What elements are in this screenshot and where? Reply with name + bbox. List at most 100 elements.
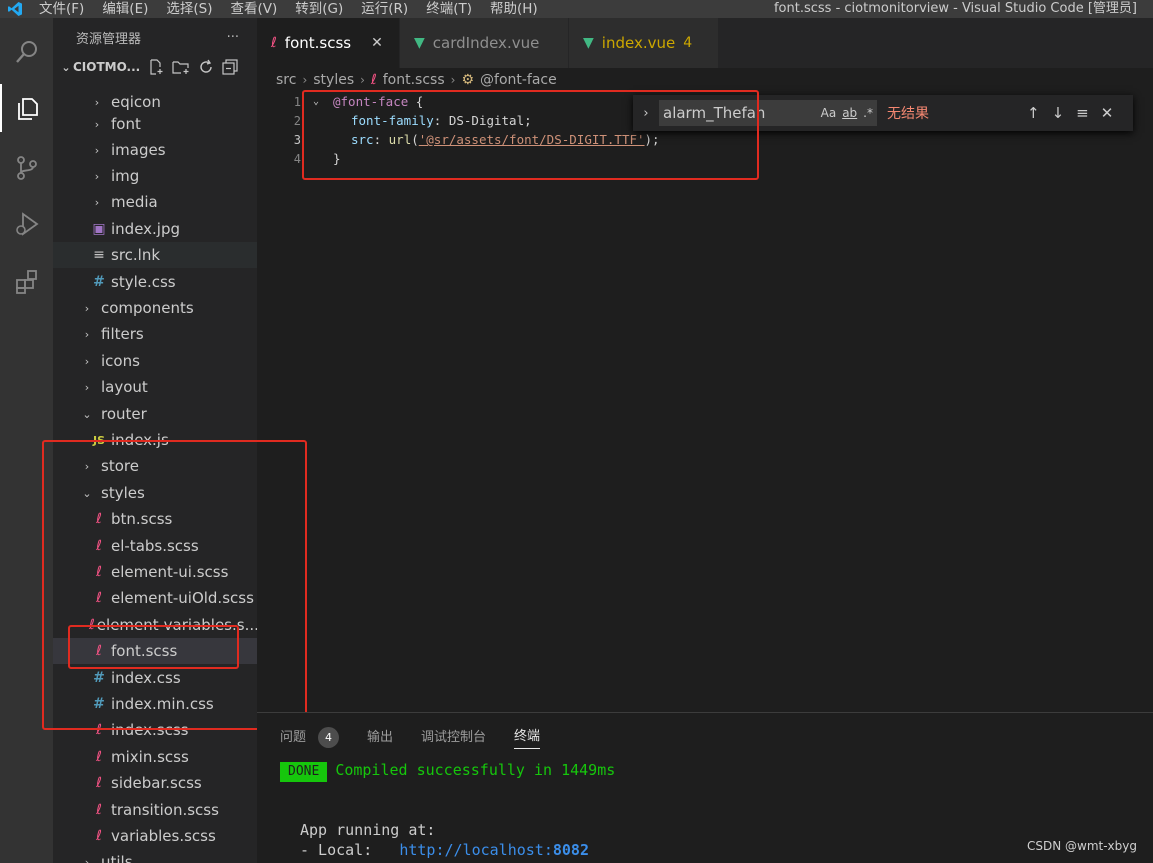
tree-item-el-tabs-scss[interactable]: ℓ el-tabs.scss	[53, 533, 257, 559]
window-title: font.scss - ciotmonitorview - Visual Stu…	[773, 1, 1137, 16]
regex-icon[interactable]: .*	[863, 100, 873, 126]
chevron-right-icon: ›	[84, 354, 90, 368]
tree-item-src-lnk[interactable]: ≡ src.lnk	[53, 242, 257, 268]
explorer-sidebar: 资源管理器 ··· ⌄ CIOTMO... › eqicon › font › ima…	[53, 18, 257, 863]
tree-item-index-scss[interactable]: ℓ index.scss	[53, 717, 257, 743]
menu-file[interactable]: 文件(F)	[30, 0, 93, 18]
breadcrumb-file[interactable]: font.scss	[383, 72, 445, 88]
local-url-link[interactable]: http://localhost:	[399, 841, 553, 859]
menu-terminal[interactable]: 终端(T)	[417, 0, 481, 18]
menu-edit[interactable]: 编辑(E)	[93, 0, 157, 18]
problems-count-badge: 4	[318, 726, 340, 748]
symbol-icon: ⚙	[461, 72, 475, 88]
refresh-icon[interactable]	[198, 59, 214, 75]
watermark: CSDN @wmt-xbyg	[1026, 839, 1137, 853]
find-input[interactable]: alarm_Thefan Aa ab .*	[659, 100, 877, 126]
menu-help[interactable]: 帮助(H)	[481, 0, 547, 18]
terminal-running-line: App running at:	[300, 821, 436, 839]
tab-output[interactable]: 输出	[367, 726, 393, 749]
scss-file-icon: ℓ	[96, 511, 102, 527]
tab-font-scss[interactable]: ℓ font.scss ✕	[257, 18, 400, 68]
chevron-down-icon: ⌄	[82, 486, 92, 500]
css-file-icon: #	[93, 670, 105, 686]
tree-item-font-scss[interactable]: ℓ font.scss	[53, 638, 257, 664]
breadcrumb-styles[interactable]: styles	[313, 72, 354, 88]
title-bar: 文件(F) 编辑(E) 选择(S) 查看(V) 转到(G) 运行(R) 终端(T…	[0, 0, 1153, 18]
tab-cardindex-vue[interactable]: ▼ cardIndex.vue	[400, 18, 569, 68]
explorer-toolbar	[148, 59, 238, 75]
breadcrumb-symbol[interactable]: @font-face	[480, 72, 557, 88]
find-result-text: 无结果	[887, 106, 929, 122]
tree-item-index-css[interactable]: # index.css	[53, 665, 257, 691]
line-number: 4	[293, 151, 301, 166]
tree-item-btn-scss[interactable]: ℓ btn.scss	[53, 506, 257, 532]
collapse-all-icon[interactable]	[222, 59, 238, 75]
terminal-output[interactable]: DONE Compiled successfully in 1449ms	[280, 761, 615, 782]
tree-item-eqicon[interactable]: › eqicon	[53, 92, 257, 112]
tree-item-index-js[interactable]: JS index.js	[53, 427, 257, 453]
tree-item-font[interactable]: › font	[53, 111, 257, 137]
tree-item-filters[interactable]: › filters	[53, 321, 257, 347]
run-debug-icon[interactable]	[0, 200, 53, 248]
tab-problems[interactable]: 问题	[280, 726, 306, 749]
chevron-right-icon: ›	[84, 855, 90, 863]
chevron-down-icon[interactable]: ⌄	[59, 61, 73, 74]
source-control-icon[interactable]	[0, 144, 53, 192]
tree-item-sidebar-scss[interactable]: ℓ sidebar.scss	[53, 770, 257, 796]
tree-item-components[interactable]: › components	[53, 295, 257, 321]
extensions-icon[interactable]	[0, 258, 53, 306]
menu-view[interactable]: 查看(V)	[222, 0, 287, 18]
match-case-icon[interactable]: Aa	[821, 100, 837, 126]
breadcrumb: src › styles › ℓ font.scss › ⚙ @font-fac…	[257, 68, 1153, 92]
menu-run[interactable]: 运行(R)	[352, 0, 417, 18]
tree-item-images[interactable]: › images	[53, 137, 257, 163]
toggle-replace-icon[interactable]: ›	[633, 106, 659, 121]
new-folder-icon[interactable]	[172, 59, 190, 75]
tree-item-styles[interactable]: ⌄ styles	[53, 480, 257, 506]
match-whole-word-icon[interactable]: ab	[842, 100, 857, 126]
tree-item-mixin-scss[interactable]: ℓ mixin.scss	[53, 744, 257, 770]
chevron-right-icon: ›	[94, 195, 100, 209]
tree-item-element-ui-scss[interactable]: ℓ element-ui.scss	[53, 559, 257, 585]
tab-terminal[interactable]: 终端	[514, 725, 541, 749]
tree-item-utils[interactable]: › utils	[53, 849, 257, 863]
scss-file-icon: ℓ	[96, 749, 102, 765]
search-icon[interactable]	[0, 28, 53, 76]
chevron-right-icon: ›	[84, 327, 90, 341]
breadcrumb-src[interactable]: src	[276, 72, 296, 88]
tree-item-router[interactable]: ⌄ router	[53, 401, 257, 427]
tree-item-icons[interactable]: › icons	[53, 348, 257, 374]
tree-item-index-min-css[interactable]: # index.min.css	[53, 691, 257, 717]
new-file-icon[interactable]	[148, 59, 164, 75]
chevron-right-icon: ›	[94, 117, 100, 131]
tree-item-element-uiold-scss[interactable]: ℓ element-uiOld.scss	[53, 585, 257, 611]
line-number: 3	[293, 132, 301, 147]
menu-go[interactable]: 转到(G)	[286, 0, 352, 18]
more-actions-icon[interactable]: ···	[227, 30, 239, 45]
tree-item-transition-scss[interactable]: ℓ transition.scss	[53, 797, 257, 823]
tab-debug-console[interactable]: 调试控制台	[421, 726, 486, 749]
arrow-up-icon[interactable]: ↑	[1027, 104, 1040, 122]
tab-index-vue[interactable]: ▼ index.vue 4	[569, 18, 719, 68]
menu-selection[interactable]: 选择(S)	[157, 0, 221, 18]
tree-item-variables-scss[interactable]: ℓ variables.scss	[53, 823, 257, 849]
close-icon[interactable]: ✕	[371, 35, 383, 51]
tree-item-media[interactable]: › media	[53, 189, 257, 215]
scss-file-icon: ℓ	[96, 828, 102, 844]
tree-item-layout[interactable]: › layout	[53, 374, 257, 400]
project-header[interactable]: ⌄ CIOTMO...	[53, 56, 257, 78]
chevron-right-icon: ›	[360, 73, 365, 87]
explorer-icon[interactable]	[0, 84, 53, 132]
arrow-down-icon[interactable]: ↓	[1052, 104, 1065, 122]
tree-item-index-jpg[interactable]: ▣ index.jpg	[53, 216, 257, 242]
tree-item-img[interactable]: › img	[53, 163, 257, 189]
tree-item-store[interactable]: › store	[53, 453, 257, 479]
chevron-right-icon: ›	[84, 380, 90, 394]
css-file-icon: #	[93, 274, 105, 290]
tree-item-element-variables-scss[interactable]: ℓ element-variables.s...	[53, 612, 257, 638]
code-editor[interactable]: 1 ⌄ @font-face { 2 font-family: DS-Digit…	[257, 92, 1153, 712]
close-icon[interactable]: ✕	[1101, 104, 1114, 122]
find-in-selection-icon[interactable]: ≡	[1076, 104, 1089, 122]
fold-chevron-icon[interactable]: ⌄	[313, 96, 319, 107]
tree-item-style-css[interactable]: # style.css	[53, 269, 257, 295]
